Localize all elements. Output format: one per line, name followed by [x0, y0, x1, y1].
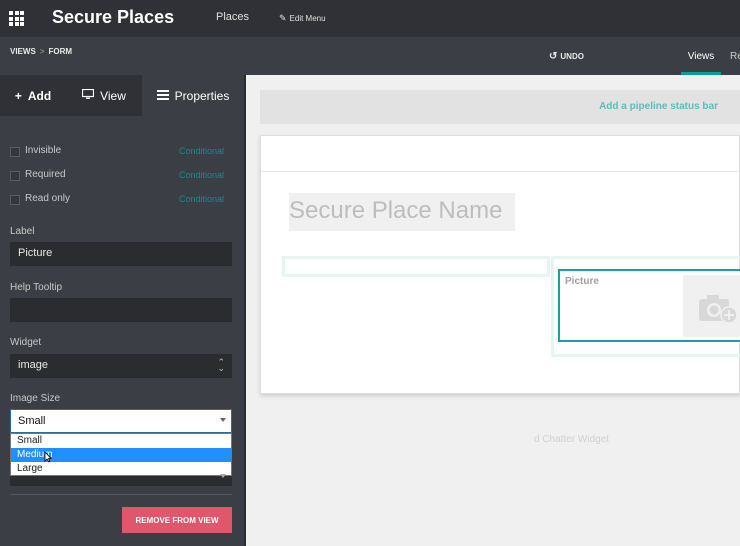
readonly-checkbox[interactable]: [10, 195, 20, 205]
label-input[interactable]: Picture: [10, 242, 232, 266]
tab-properties-label: Properties: [174, 88, 230, 103]
required-conditional-link[interactable]: Conditional: [179, 170, 224, 180]
invisible-conditional-link[interactable]: Conditional: [179, 146, 224, 156]
top-navbar: Secure Places Places ✎ Edit Menu: [0, 0, 740, 37]
widget-select[interactable]: image ⌃ ⌄: [10, 354, 232, 378]
breadcrumb: VIEWS > FORM: [10, 47, 72, 56]
sidebar-divider: [10, 494, 232, 495]
form-editor-canvas: Add a pipeline status bar Secure Place N…: [248, 75, 740, 546]
invisible-checkbox[interactable]: [10, 147, 20, 157]
required-label: Required: [25, 169, 66, 180]
pencil-icon: ✎: [279, 13, 287, 23]
form-sheet: Secure Place Name Picture: [260, 135, 740, 394]
image-size-selected: Small: [18, 415, 46, 427]
tooltip-field-label: Help Tooltip: [10, 282, 63, 293]
invisible-row: Invisible Conditional: [10, 145, 224, 159]
widget-select-value: image: [18, 359, 48, 371]
mouse-cursor-icon: [44, 451, 52, 463]
picture-field[interactable]: Picture: [558, 269, 740, 342]
obscured-select[interactable]: [10, 474, 232, 486]
list-icon: [156, 89, 169, 103]
plus-icon: +: [14, 88, 22, 103]
app-title: Secure Places: [52, 7, 175, 27]
edit-menu-link[interactable]: ✎ Edit Menu: [279, 13, 326, 24]
tab-properties[interactable]: Properties: [142, 75, 244, 116]
readonly-conditional-link[interactable]: Conditional: [179, 194, 224, 204]
tab-views[interactable]: Views: [681, 37, 721, 75]
tab-view-label: View: [100, 88, 126, 103]
breadcrumb-views[interactable]: VIEWS: [10, 47, 36, 56]
image-size-label: Image Size: [10, 393, 61, 404]
monitor-icon: [81, 88, 95, 103]
tab-add-label: Add: [27, 88, 52, 103]
required-checkbox[interactable]: [10, 171, 20, 181]
readonly-row: Read only Conditional: [10, 193, 224, 207]
option-small[interactable]: Small: [11, 434, 231, 448]
camera-add-icon: [699, 295, 738, 324]
form-group-left[interactable]: [282, 256, 550, 277]
image-placeholder: [683, 275, 740, 337]
tab-reports[interactable]: Re: [730, 51, 740, 62]
required-row: Required Conditional: [10, 169, 224, 183]
undo-button[interactable]: ↺ UNDO: [549, 51, 584, 62]
select-arrows-icon: ⌃ ⌄: [217, 357, 225, 373]
undo-icon: ↺: [549, 51, 558, 62]
chatter-widget-placeholder[interactable]: d Chatter Widget: [534, 434, 609, 445]
tab-add[interactable]: + Add: [0, 75, 66, 116]
picture-field-label: Picture: [565, 276, 599, 287]
tooltip-input[interactable]: [10, 298, 232, 322]
pipeline-status-bar-placeholder[interactable]: Add a pipeline status bar: [260, 90, 740, 124]
undo-label: UNDO: [560, 52, 584, 61]
chevron-down-icon: [220, 474, 226, 478]
readonly-label: Read only: [25, 193, 71, 204]
label-field-label: Label: [10, 226, 35, 237]
chevron-down-icon: [220, 418, 226, 422]
name-field-placeholder[interactable]: Secure Place Name: [289, 193, 515, 231]
option-large[interactable]: Large: [11, 462, 231, 476]
remove-from-view-button[interactable]: REMOVE FROM VIEW: [122, 507, 232, 533]
apps-grid-icon[interactable]: [9, 11, 24, 26]
menu-item-places[interactable]: Places: [216, 11, 249, 23]
edit-menu-label: Edit Menu: [289, 14, 326, 23]
breadcrumb-form: FORM: [48, 47, 73, 56]
breadcrumb-separator: >: [39, 47, 45, 56]
sidebar-tabs: + Add View Properties: [0, 75, 244, 116]
tab-view[interactable]: View: [66, 75, 142, 116]
image-size-select[interactable]: Small: [10, 409, 232, 433]
studio-toolbar: VIEWS>FORM ↺UNDO Views Re: [0, 37, 740, 75]
add-status-bar-link[interactable]: Add a pipeline status bar: [599, 101, 718, 112]
invisible-label: Invisible: [25, 145, 62, 156]
sheet-button-box[interactable]: [261, 136, 740, 172]
widget-field-label: Widget: [10, 337, 42, 348]
